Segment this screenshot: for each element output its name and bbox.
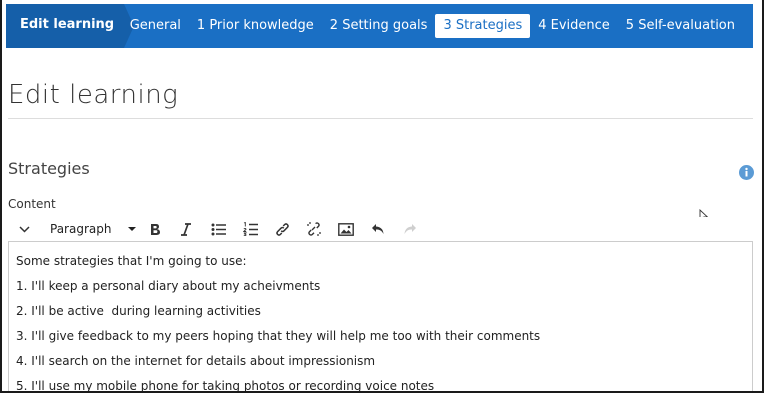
link-icon <box>275 222 289 236</box>
step-tabs: General 1 Prior knowledge 2 Setting goal… <box>122 14 743 38</box>
breadcrumb-label: Edit learning <box>20 17 115 32</box>
tab-strategies[interactable]: 3 Strategies <box>435 14 531 38</box>
tab-general[interactable]: General <box>122 14 189 38</box>
link-button[interactable] <box>266 218 298 240</box>
info-icon[interactable] <box>739 165 754 180</box>
tab-setting-goals[interactable]: 2 Setting goals <box>322 14 436 38</box>
editor-line: 3. I'll give feedback to my peers hoping… <box>16 329 541 343</box>
unlink-icon <box>307 222 321 236</box>
undo-icon <box>372 224 384 234</box>
section-title: Strategies <box>8 159 90 178</box>
editor-line: 2. I'll be active during learning activi… <box>16 304 261 318</box>
rich-text-editor[interactable]: Some strategies that I'm going to use: 1… <box>8 241 753 393</box>
undo-button[interactable] <box>362 218 394 240</box>
bold-icon <box>151 223 160 235</box>
italic-icon <box>181 222 191 236</box>
breadcrumb[interactable]: Edit learning <box>6 4 134 48</box>
tab-prior-knowledge[interactable]: 1 Prior knowledge <box>189 14 322 38</box>
content-field-label: Content <box>8 197 56 211</box>
bullet-list-button[interactable] <box>202 218 234 240</box>
italic-button[interactable] <box>170 218 202 240</box>
title-divider <box>8 118 753 119</box>
paragraph-format-value: Paragraph <box>50 222 112 236</box>
image-icon <box>338 222 354 236</box>
editor-line: Some strategies that I'm going to use: <box>16 254 247 268</box>
unlink-button[interactable] <box>298 218 330 240</box>
numbered-list-button[interactable] <box>234 218 266 240</box>
top-navigation: Edit learning General 1 Prior knowledge … <box>6 4 753 48</box>
bullet-list-icon <box>211 223 226 235</box>
collapse-toolbar-button[interactable] <box>8 218 40 240</box>
dropdown-caret-icon <box>128 227 136 231</box>
window-frame: Edit learning General 1 Prior knowledge … <box>0 0 764 393</box>
chevron-down-icon <box>18 225 30 233</box>
tab-self-evaluation[interactable]: 5 Self-evaluation <box>618 14 743 38</box>
bold-button[interactable] <box>140 218 170 240</box>
paragraph-format-select[interactable]: Paragraph <box>40 218 140 240</box>
numbered-list-icon <box>242 222 258 236</box>
redo-button[interactable] <box>394 218 426 240</box>
editor-toolbar: Paragraph <box>8 217 753 241</box>
redo-icon <box>404 224 416 234</box>
page-title: Edit learning <box>8 80 179 110</box>
editor-line: 4. I'll search on the internet for detai… <box>16 354 376 368</box>
editor-line: 1. I'll keep a personal diary about my a… <box>16 279 321 293</box>
editor-line: 5. I'll use my mobile phone for taking p… <box>16 379 435 393</box>
tab-evidence[interactable]: 4 Evidence <box>530 14 618 38</box>
insert-image-button[interactable] <box>330 218 362 240</box>
